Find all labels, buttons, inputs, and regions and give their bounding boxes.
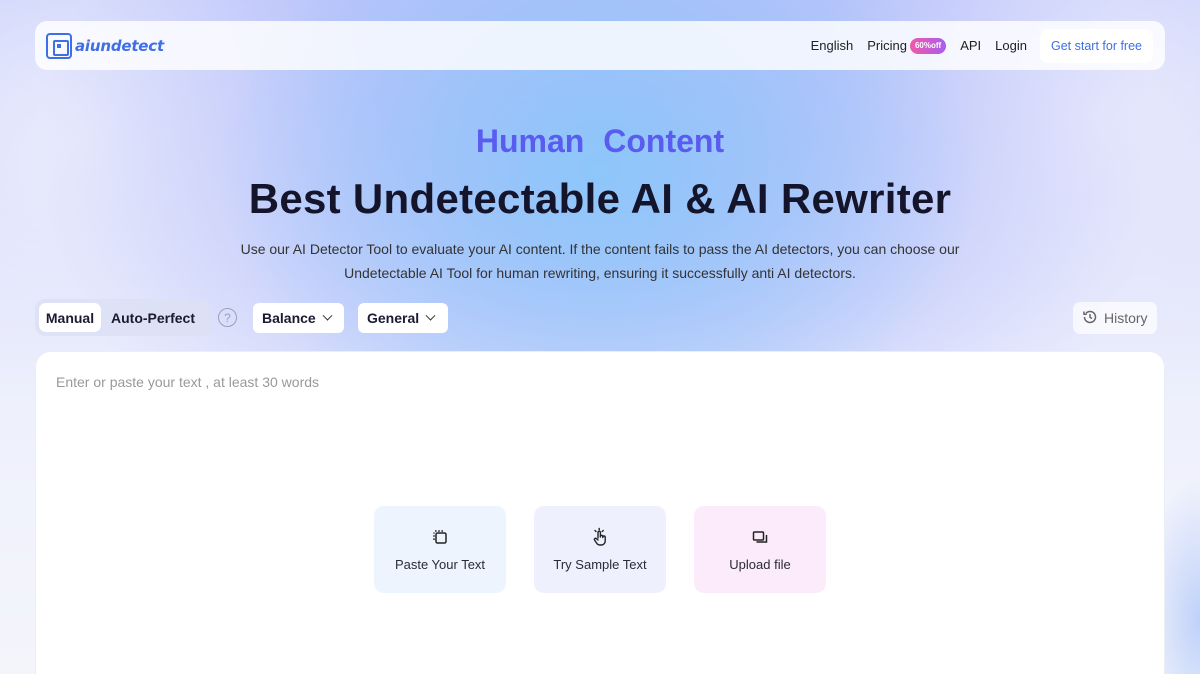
nav-login[interactable]: Login [995, 38, 1027, 53]
strength-dropdown-value: Balance [262, 310, 316, 326]
hero-description: Use our AI Detector Tool to evaluate you… [240, 241, 960, 281]
hero-subtitle: Human Content [475, 123, 725, 159]
pointer-hand-icon [590, 527, 610, 547]
mode-auto-perfect-button[interactable]: Auto-Perfect [101, 303, 201, 332]
history-button[interactable]: History [1073, 302, 1157, 334]
logo[interactable]: aiundetect [46, 32, 164, 59]
text-input[interactable] [56, 374, 1136, 514]
logo-icon [46, 32, 72, 59]
upload-file-icon [750, 527, 770, 547]
history-label: History [1104, 310, 1148, 326]
history-icon [1082, 309, 1098, 328]
chevron-down-icon [322, 310, 333, 321]
get-started-button[interactable]: Get start for free [1039, 28, 1153, 63]
page-title: Best Undetectable AI & AI Rewriter [248, 175, 952, 222]
nav-menu: English Pricing 60%off API Login Get sta… [811, 28, 1153, 63]
mode-manual-button[interactable]: Manual [39, 303, 101, 332]
paste-icon [430, 527, 450, 547]
nav-language[interactable]: English [811, 38, 854, 53]
chevron-down-icon [425, 310, 436, 321]
upload-file-label: Upload file [729, 557, 791, 572]
paste-text-button[interactable]: Paste Your Text [374, 506, 506, 593]
nav-pricing-label: Pricing [867, 38, 907, 53]
purpose-dropdown-value: General [367, 310, 420, 326]
purpose-dropdown[interactable]: General [358, 303, 448, 333]
try-sample-button[interactable]: Try Sample Text [534, 506, 666, 593]
strength-dropdown[interactable]: Balance [253, 303, 344, 333]
nav-pricing[interactable]: Pricing 60%off [867, 37, 947, 54]
discount-badge: 60%off [909, 37, 947, 54]
question-icon[interactable]: ? [218, 308, 237, 327]
mode-toggle: Manual Auto-Perfect [35, 299, 211, 336]
text-editor-panel: Paste Your Text Try Sample Text Upload f… [35, 351, 1165, 674]
logo-text: aiundetect [75, 36, 164, 55]
try-sample-label: Try Sample Text [553, 557, 647, 572]
upload-file-button[interactable]: Upload file [694, 506, 826, 593]
top-navbar: aiundetect English Pricing 60%off API Lo… [35, 21, 1165, 70]
paste-text-label: Paste Your Text [394, 557, 486, 572]
nav-api[interactable]: API [960, 38, 981, 53]
